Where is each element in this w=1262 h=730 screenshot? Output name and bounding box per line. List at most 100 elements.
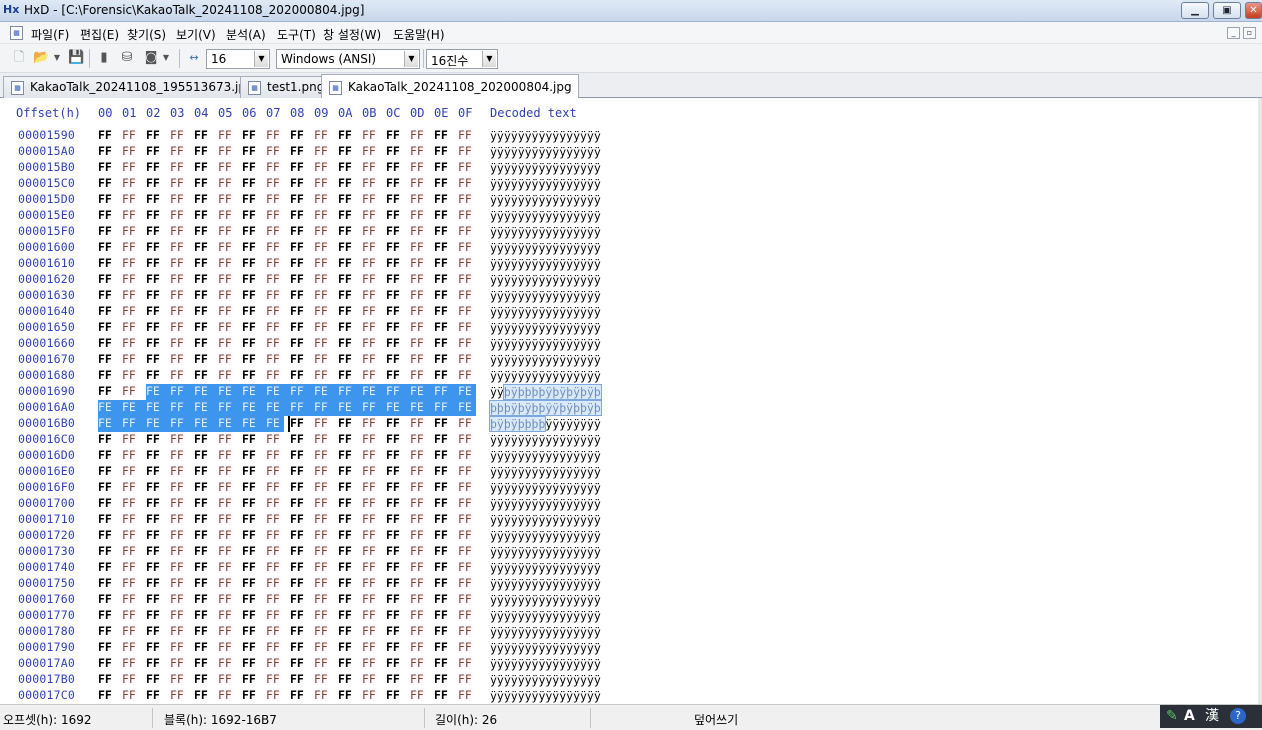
decoded-text[interactable]: ÿÿÿÿÿÿÿÿÿÿÿÿÿÿÿÿ: [490, 608, 601, 624]
hex-byte[interactable]: FF: [194, 688, 212, 704]
hex-byte[interactable]: FF: [458, 592, 476, 608]
hex-byte[interactable]: FF: [338, 528, 356, 544]
charset-select[interactable]: Windows (ANSI) ▼: [276, 49, 420, 69]
hex-byte[interactable]: FF: [242, 576, 260, 592]
hex-byte[interactable]: FF: [194, 432, 212, 448]
hex-byte[interactable]: FF: [122, 496, 140, 512]
hex-byte[interactable]: FF: [242, 240, 260, 256]
hex-byte[interactable]: FF: [410, 592, 428, 608]
hex-byte[interactable]: FF: [242, 256, 260, 272]
hex-byte[interactable]: FF: [434, 640, 452, 656]
decoded-text[interactable]: ÿÿÿÿÿÿÿÿÿÿÿÿÿÿÿÿ: [490, 176, 601, 192]
hex-byte[interactable]: FF: [170, 320, 188, 336]
hex-byte[interactable]: FF: [314, 224, 332, 240]
hex-byte[interactable]: FF: [338, 560, 356, 576]
hex-byte[interactable]: FF: [338, 624, 356, 640]
hex-byte[interactable]: FF: [98, 624, 116, 640]
hex-byte[interactable]: FF: [290, 128, 308, 144]
hex-byte[interactable]: FF: [386, 672, 404, 688]
hex-byte[interactable]: FF: [290, 400, 314, 416]
hex-byte[interactable]: FF: [386, 608, 404, 624]
hex-byte[interactable]: FF: [362, 480, 380, 496]
hex-byte[interactable]: FF: [218, 176, 236, 192]
hex-byte[interactable]: FF: [170, 272, 188, 288]
hex-byte[interactable]: FF: [410, 448, 428, 464]
hex-byte[interactable]: FF: [122, 192, 140, 208]
hex-byte[interactable]: FF: [290, 144, 308, 160]
hex-byte[interactable]: FF: [410, 320, 428, 336]
hex-byte[interactable]: FF: [362, 352, 380, 368]
hex-byte[interactable]: FF: [458, 608, 476, 624]
hex-byte[interactable]: FF: [242, 320, 260, 336]
hex-byte[interactable]: FE: [410, 384, 434, 400]
hex-byte[interactable]: FF: [338, 480, 356, 496]
hex-byte[interactable]: FF: [314, 368, 332, 384]
hex-byte[interactable]: FF: [386, 208, 404, 224]
hex-byte[interactable]: FF: [266, 208, 284, 224]
hex-byte[interactable]: FF: [362, 368, 380, 384]
hex-byte[interactable]: FF: [314, 320, 332, 336]
hex-byte[interactable]: FF: [434, 240, 452, 256]
hex-byte[interactable]: FF: [338, 208, 356, 224]
hex-byte[interactable]: FF: [410, 496, 428, 512]
hex-byte[interactable]: FF: [170, 608, 188, 624]
document-menu-icon[interactable]: ▦: [10, 26, 23, 40]
decoded-text[interactable]: ÿÿÿÿÿÿÿÿÿÿÿÿÿÿÿÿ: [490, 640, 601, 656]
hex-byte[interactable]: FF: [362, 288, 380, 304]
offset-base-select[interactable]: 16진수 ▼: [426, 49, 498, 69]
hex-byte[interactable]: FF: [410, 560, 428, 576]
hex-byte[interactable]: FF: [266, 160, 284, 176]
hex-byte[interactable]: FF: [194, 592, 212, 608]
hex-byte[interactable]: FF: [314, 160, 332, 176]
hex-byte[interactable]: FF: [98, 256, 116, 272]
decoded-text[interactable]: ÿÿÿÿÿÿÿÿÿÿÿÿÿÿÿÿ: [490, 256, 601, 272]
decoded-text[interactable]: ÿÿÿÿÿÿÿÿÿÿÿÿÿÿÿÿ: [490, 576, 601, 592]
hex-byte[interactable]: FF: [362, 128, 380, 144]
hex-byte[interactable]: FF: [386, 272, 404, 288]
decoded-text[interactable]: ÿÿÿÿÿÿÿÿÿÿÿÿÿÿÿÿ: [490, 560, 601, 576]
hex-byte[interactable]: FF: [266, 512, 284, 528]
hex-byte[interactable]: FF: [98, 672, 116, 688]
hex-byte[interactable]: FF: [458, 672, 476, 688]
hex-byte[interactable]: FF: [338, 304, 356, 320]
hex-byte[interactable]: FF: [362, 240, 380, 256]
hex-byte[interactable]: FF: [290, 608, 308, 624]
hex-byte[interactable]: FF: [458, 688, 476, 704]
hex-byte[interactable]: FF: [338, 608, 356, 624]
hex-byte[interactable]: FF: [242, 432, 260, 448]
hex-byte[interactable]: FF: [98, 320, 116, 336]
hex-byte[interactable]: FF: [410, 544, 428, 560]
hex-byte[interactable]: FF: [242, 288, 260, 304]
hex-byte[interactable]: FF: [314, 672, 332, 688]
hex-byte[interactable]: FF: [386, 656, 404, 672]
hex-byte[interactable]: FF: [242, 656, 260, 672]
hex-byte[interactable]: FF: [170, 464, 188, 480]
hex-byte[interactable]: FF: [218, 528, 236, 544]
hex-byte[interactable]: FF: [338, 336, 356, 352]
minimize-button[interactable]: ▁: [1181, 2, 1209, 19]
hex-byte[interactable]: FF: [98, 544, 116, 560]
hex-byte[interactable]: FF: [266, 128, 284, 144]
hex-byte[interactable]: FF: [290, 480, 308, 496]
hex-byte[interactable]: FF: [458, 624, 476, 640]
hex-byte[interactable]: FF: [266, 176, 284, 192]
hex-byte[interactable]: FF: [218, 560, 236, 576]
hex-byte[interactable]: FF: [290, 528, 308, 544]
hex-byte[interactable]: FF: [290, 304, 308, 320]
hex-byte[interactable]: FF: [410, 192, 428, 208]
hex-byte[interactable]: FF: [242, 336, 260, 352]
hex-byte[interactable]: FF: [434, 368, 452, 384]
menu-analysis[interactable]: 분석(A): [226, 26, 266, 43]
hex-byte[interactable]: FF: [458, 256, 476, 272]
hex-byte[interactable]: FF: [170, 288, 188, 304]
hex-byte[interactable]: FE: [242, 400, 266, 416]
hex-byte[interactable]: FE: [386, 400, 410, 416]
hex-byte[interactable]: FF: [434, 560, 452, 576]
hex-byte[interactable]: FF: [194, 448, 212, 464]
hex-byte[interactable]: FF: [170, 192, 188, 208]
hex-byte[interactable]: FF: [290, 496, 308, 512]
hex-byte[interactable]: FF: [386, 176, 404, 192]
hex-byte[interactable]: FF: [362, 144, 380, 160]
hex-byte[interactable]: FF: [434, 432, 452, 448]
bytes-per-row-select[interactable]: 16 ▼: [206, 49, 270, 69]
